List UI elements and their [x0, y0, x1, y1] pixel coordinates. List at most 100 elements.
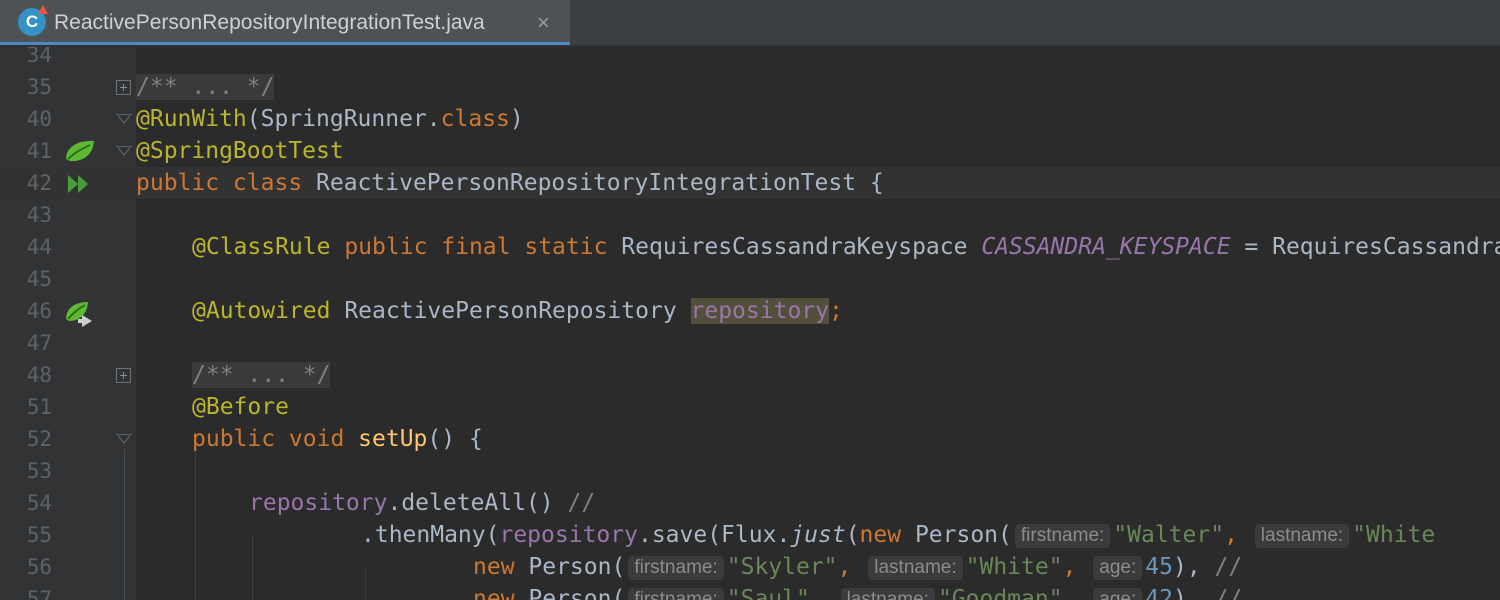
comment: //	[1214, 586, 1243, 600]
code-line-46: @Autowired ReactivePersonRepository repo…	[192, 295, 843, 327]
line-number: 34	[26, 47, 52, 67]
string-literal: "Saul"	[726, 586, 810, 600]
line-number: 35	[26, 75, 52, 99]
expand-fold-icon[interactable]	[116, 80, 131, 95]
field-usage-highlight: repository	[690, 298, 829, 324]
line-number: 52	[26, 427, 52, 451]
code-line-55: .thenMany(repository.save(Flux.just(new …	[361, 519, 1435, 551]
annotation: @RunWith	[136, 106, 247, 132]
parameter-hint: age:	[1093, 556, 1143, 580]
code-line-48: /** ... */	[192, 359, 331, 391]
comma: ,	[837, 554, 852, 580]
code-text: .deleteAll()	[387, 490, 568, 516]
method-name: setUp	[358, 426, 428, 452]
comma: ,	[1062, 586, 1077, 600]
keyword: public final static	[330, 234, 622, 260]
comma: ,	[809, 586, 824, 600]
tab-close-icon[interactable]: ×	[537, 0, 550, 45]
folded-javadoc[interactable]: /** ... */	[192, 362, 331, 388]
semicolon: ;	[829, 298, 843, 324]
line-number: 54	[26, 491, 52, 515]
code-text: (SpringRunner.	[246, 106, 441, 132]
comment: //	[567, 490, 596, 516]
line-number: 41	[26, 139, 52, 163]
line-number: 48	[26, 363, 52, 387]
editor-tab[interactable]: C ReactivePersonRepositoryIntegrationTes…	[0, 0, 570, 45]
string-literal: "White"	[965, 554, 1063, 580]
keyword: new	[473, 554, 515, 580]
code-line-44: @ClassRule public final static RequiresC…	[192, 231, 1500, 263]
parameter-hint: firstname:	[628, 556, 724, 580]
parameter-hint: age:	[1093, 588, 1143, 600]
code-text: .thenMany(	[361, 522, 500, 548]
spring-bean-icon[interactable]	[62, 137, 98, 165]
code-line-54: repository.deleteAll() //	[249, 487, 595, 519]
type-name: Person(	[514, 586, 626, 600]
fold-end-icon[interactable]	[116, 434, 132, 444]
annotation: @Autowired	[192, 298, 331, 324]
number-literal: 42	[1145, 586, 1173, 600]
field: repository	[249, 490, 388, 516]
annotation: @ClassRule	[192, 234, 331, 260]
line-number: 43	[26, 203, 52, 227]
code-text: (	[845, 522, 860, 548]
code-line-40: @RunWith(SpringRunner.class)	[136, 103, 524, 135]
keyword: new	[859, 522, 902, 548]
line-number: 51	[26, 395, 52, 419]
line-number: 45	[26, 267, 52, 291]
parameter-hint: firstname:	[628, 588, 724, 600]
folded-javadoc[interactable]: /** ... */	[136, 74, 275, 100]
test-class-badge-icon	[38, 5, 48, 14]
indent-guide	[365, 567, 366, 600]
code-line-56: new Person(firstname: "Skyler", lastname:…	[473, 551, 1242, 583]
type-name: Person(	[514, 554, 626, 580]
type-name: ReactivePersonRepository	[330, 298, 691, 324]
field: repository	[499, 522, 638, 548]
indent-guide	[252, 535, 253, 600]
static-method: just	[790, 522, 846, 548]
line-number: 53	[26, 459, 52, 483]
code-line-42: public class ReactivePersonRepositoryInt…	[136, 167, 884, 199]
line-number: 46	[26, 299, 52, 323]
string-literal: "White	[1352, 522, 1436, 548]
annotation: @Before	[192, 394, 289, 420]
run-test-icon[interactable]	[62, 171, 98, 199]
code-line-35: /** ... */	[136, 71, 275, 103]
code-text: ),	[1172, 554, 1215, 580]
keyword: public class	[136, 170, 317, 196]
line-number: 56	[26, 555, 52, 579]
autowired-navigate-icon[interactable]	[62, 299, 98, 327]
string-literal: "Walter"	[1113, 522, 1225, 548]
annotation: @SpringBootTest	[136, 138, 344, 164]
editor-tab-bar: C ReactivePersonRepositoryIntegrationTes…	[0, 0, 1500, 45]
line-number: 57	[26, 587, 52, 600]
tab-title: ReactivePersonRepositoryIntegrationTest.…	[54, 11, 485, 34]
line-number: 42	[26, 171, 52, 195]
parameter-hint: lastname:	[840, 588, 935, 600]
line-number: 44	[26, 235, 52, 259]
code-text: () {	[427, 426, 483, 452]
code-text: {	[856, 170, 884, 196]
code-text: .save(Flux.	[637, 522, 791, 548]
parameter-hint: firstname:	[1014, 524, 1111, 548]
expand-fold-icon[interactable]	[116, 368, 131, 383]
code-line-51: @Before	[192, 391, 289, 423]
constant: CASSANDRA_KEYSPACE	[981, 234, 1231, 260]
line-number: 47	[26, 331, 52, 355]
code-editor[interactable]: 34 35 40 41 42 43 44 45 46 47 48 51 52 5…	[0, 47, 1500, 600]
fold-end-icon[interactable]	[116, 114, 132, 124]
line-number: 55	[26, 523, 52, 547]
code-text: = RequiresCassandra	[1230, 234, 1500, 260]
code-line-41: @SpringBootTest	[136, 135, 344, 167]
comment: //	[1214, 554, 1243, 580]
comma: ,	[1224, 522, 1238, 548]
code-line-52: public void setUp() {	[192, 423, 483, 455]
fold-guide	[124, 449, 125, 600]
keyword: class	[440, 106, 510, 132]
string-literal: "Goodman"	[937, 586, 1063, 600]
keyword: public void	[192, 426, 359, 452]
number-literal: 45	[1145, 554, 1173, 580]
line-number: 40	[26, 107, 52, 131]
fold-end-icon[interactable]	[116, 146, 132, 156]
comma: ,	[1062, 554, 1077, 580]
